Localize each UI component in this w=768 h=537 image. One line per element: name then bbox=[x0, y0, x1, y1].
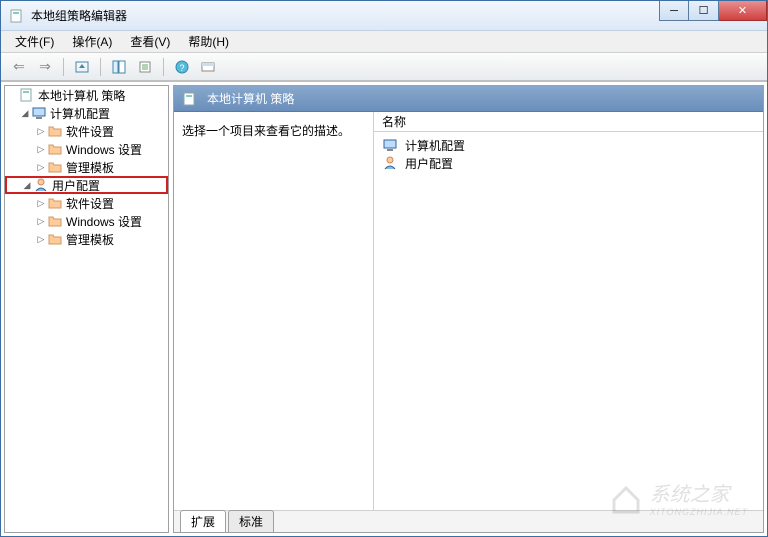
export-list-button[interactable] bbox=[133, 56, 157, 78]
svg-text:?: ? bbox=[179, 63, 184, 73]
description-pane: 选择一个项目来查看它的描述。 bbox=[174, 112, 374, 510]
tree-pane: ▷ 本地计算机 策略 ◢ 计算机配置 ▷ 软件设置 ▷ Windows 设置 ▷ bbox=[4, 85, 169, 533]
policy-icon bbox=[182, 91, 198, 107]
window-controls: ─ ☐ ✕ bbox=[659, 1, 767, 21]
up-button[interactable] bbox=[70, 56, 94, 78]
tree-icon bbox=[111, 59, 127, 75]
arrow-left-icon: ⇐ bbox=[13, 58, 25, 75]
tree-comp-admin[interactable]: ▷ 管理模板 bbox=[5, 158, 168, 176]
tree-label: 本地计算机 策略 bbox=[38, 87, 125, 104]
window-frame: 本地组策略编辑器 ─ ☐ ✕ 文件(F) 操作(A) 查看(V) 帮助(H) ⇐… bbox=[0, 0, 768, 537]
policy-icon bbox=[19, 87, 35, 103]
user-icon bbox=[33, 177, 49, 193]
tab-extended[interactable]: 扩展 bbox=[180, 510, 226, 532]
tree-comp-software[interactable]: ▷ 软件设置 bbox=[5, 122, 168, 140]
list-item-user-config[interactable]: 用户配置 bbox=[378, 154, 759, 172]
toolbar: ⇐ ⇒ ? bbox=[1, 53, 767, 81]
tree-toggle[interactable]: ▷ bbox=[35, 198, 47, 209]
back-button[interactable]: ⇐ bbox=[7, 56, 31, 78]
close-button[interactable]: ✕ bbox=[719, 1, 767, 21]
list-item-label: 计算机配置 bbox=[405, 137, 465, 154]
toolbar-separator bbox=[100, 58, 101, 76]
menu-action[interactable]: 操作(A) bbox=[64, 31, 120, 52]
folder-icon bbox=[47, 231, 63, 247]
titlebar-text: 本地组策略编辑器 bbox=[31, 7, 127, 24]
help-icon: ? bbox=[174, 59, 190, 75]
tree-label: 软件设置 bbox=[66, 195, 114, 212]
tree-user-windows[interactable]: ▷ Windows 设置 bbox=[5, 212, 168, 230]
tree-toggle[interactable]: ▷ bbox=[35, 144, 47, 155]
tree-comp-windows[interactable]: ▷ Windows 设置 bbox=[5, 140, 168, 158]
user-icon bbox=[382, 155, 398, 171]
column-header-name[interactable]: 名称 bbox=[374, 112, 763, 132]
forward-button[interactable]: ⇒ bbox=[33, 56, 57, 78]
menu-view[interactable]: 查看(V) bbox=[122, 31, 178, 52]
details-icon bbox=[200, 59, 216, 75]
tree-root[interactable]: ▷ 本地计算机 策略 bbox=[5, 86, 168, 104]
description-text: 选择一个项目来查看它的描述。 bbox=[182, 124, 350, 138]
folder-icon bbox=[47, 141, 63, 157]
menu-help[interactable]: 帮助(H) bbox=[180, 31, 237, 52]
menu-file[interactable]: 文件(F) bbox=[7, 31, 62, 52]
app-icon bbox=[9, 8, 25, 24]
toolbar-separator bbox=[63, 58, 64, 76]
right-pane: 本地计算机 策略 选择一个项目来查看它的描述。 名称 计算机配置 bbox=[173, 85, 764, 533]
tree-toggle[interactable]: ▷ bbox=[35, 162, 47, 173]
toolbar-separator bbox=[163, 58, 164, 76]
tree-label: 用户配置 bbox=[52, 177, 100, 194]
computer-icon bbox=[31, 105, 47, 121]
tree-toggle[interactable]: ▷ bbox=[35, 126, 47, 137]
tree-label: 软件设置 bbox=[66, 123, 114, 140]
right-pane-title: 本地计算机 策略 bbox=[207, 90, 294, 107]
titlebar: 本地组策略编辑器 ─ ☐ ✕ bbox=[1, 1, 767, 31]
folder-icon bbox=[47, 195, 63, 211]
tree-computer-config[interactable]: ◢ 计算机配置 bbox=[5, 104, 168, 122]
tree-label: Windows 设置 bbox=[66, 213, 142, 230]
tree-toggle[interactable]: ◢ bbox=[21, 180, 33, 191]
computer-icon bbox=[382, 137, 398, 153]
folder-icon bbox=[47, 159, 63, 175]
right-pane-header: 本地计算机 策略 bbox=[174, 86, 763, 112]
content-area: ▷ 本地计算机 策略 ◢ 计算机配置 ▷ 软件设置 ▷ Windows 设置 ▷ bbox=[1, 81, 767, 536]
folder-icon bbox=[47, 123, 63, 139]
tree-label: Windows 设置 bbox=[66, 141, 142, 158]
list-items: 计算机配置 用户配置 bbox=[374, 132, 763, 176]
tree-toggle[interactable]: ▷ bbox=[35, 234, 47, 245]
up-icon bbox=[74, 59, 90, 75]
tree-label: 计算机配置 bbox=[50, 105, 110, 122]
minimize-button[interactable]: ─ bbox=[659, 1, 689, 21]
right-pane-body: 选择一个项目来查看它的描述。 名称 计算机配置 用户配置 bbox=[174, 112, 763, 510]
maximize-button[interactable]: ☐ bbox=[689, 1, 719, 21]
tree-user-config[interactable]: ◢ 用户配置 bbox=[5, 176, 168, 194]
details-button[interactable] bbox=[196, 56, 220, 78]
tree-label: 管理模板 bbox=[66, 231, 114, 248]
help-button[interactable]: ? bbox=[170, 56, 194, 78]
tree-user-software[interactable]: ▷ 软件设置 bbox=[5, 194, 168, 212]
list-item-computer-config[interactable]: 计算机配置 bbox=[378, 136, 759, 154]
list-icon bbox=[137, 59, 153, 75]
tree-toggle[interactable]: ▷ bbox=[35, 216, 47, 227]
show-hide-tree-button[interactable] bbox=[107, 56, 131, 78]
list-item-label: 用户配置 bbox=[405, 155, 453, 172]
menubar: 文件(F) 操作(A) 查看(V) 帮助(H) bbox=[1, 31, 767, 53]
column-label: 名称 bbox=[382, 113, 406, 130]
folder-icon bbox=[47, 213, 63, 229]
arrow-right-icon: ⇒ bbox=[39, 58, 51, 75]
tree-toggle[interactable]: ◢ bbox=[19, 108, 31, 119]
list-pane: 名称 计算机配置 用户配置 bbox=[374, 112, 763, 510]
view-tabs: 扩展 标准 bbox=[174, 510, 763, 532]
tree-user-admin[interactable]: ▷ 管理模板 bbox=[5, 230, 168, 248]
tab-standard[interactable]: 标准 bbox=[228, 510, 274, 532]
tree-label: 管理模板 bbox=[66, 159, 114, 176]
